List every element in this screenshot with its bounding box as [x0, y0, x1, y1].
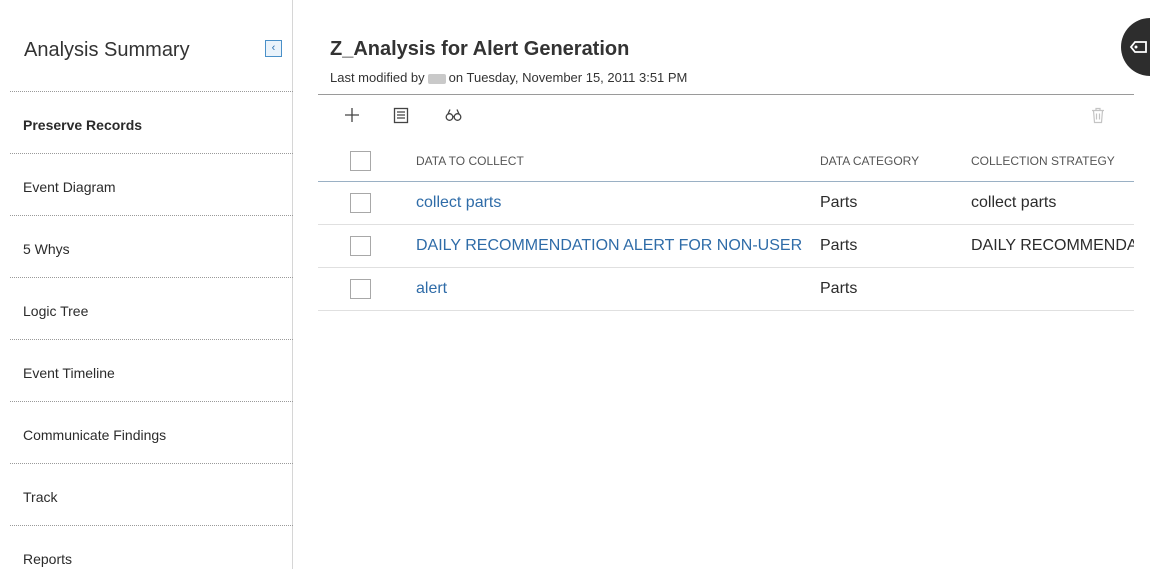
- column-header-data-to-collect[interactable]: DATA TO COLLECT: [416, 140, 811, 181]
- select-all-checkbox[interactable]: [350, 150, 371, 171]
- sidebar: Analysis Summary ‹ Preserve Records Even…: [0, 0, 293, 569]
- column-header-collection-strategy[interactable]: COLLECTION STRATEGY: [971, 140, 1134, 181]
- sidebar-item-communicate-findings[interactable]: Communicate Findings: [10, 401, 293, 463]
- sidebar-title: Analysis Summary: [24, 39, 190, 61]
- details-button[interactable]: [388, 102, 414, 128]
- main-content: Z_Analysis for Alert Generation Last mod…: [318, 0, 1134, 569]
- trash-icon: [1092, 107, 1104, 123]
- expand-tag-icon: [1129, 41, 1147, 53]
- column-header-data-category[interactable]: DATA CATEGORY: [820, 140, 960, 181]
- sidebar-item-reports[interactable]: Reports: [10, 525, 293, 569]
- data-to-collect-link[interactable]: alert: [416, 280, 447, 298]
- plus-icon: [345, 108, 359, 122]
- sidebar-item-label: Preserve Records: [23, 116, 143, 133]
- collection-strategy-cell: [971, 268, 1134, 310]
- delete-button[interactable]: [1085, 102, 1111, 128]
- sidebar-item-label: 5 Whys: [23, 240, 70, 257]
- collection-strategy-cell: DAILY RECOMMENDA: [971, 237, 1134, 254]
- data-to-collect-link[interactable]: DAILY RECOMMENDATION ALERT FOR NON-USER: [416, 237, 802, 255]
- sidebar-item-label: Track: [23, 488, 58, 505]
- table-row: alert Parts: [318, 268, 1134, 311]
- binoculars-icon: [445, 109, 461, 121]
- modified-prefix: Last modified by: [330, 70, 425, 85]
- table-row: DAILY RECOMMENDATION ALERT FOR NON-USER …: [318, 225, 1134, 268]
- sidebar-item-label: Communicate Findings: [23, 426, 167, 443]
- chevron-left-icon: ‹: [271, 42, 276, 54]
- data-grid: DATA TO COLLECT DATA CATEGORY COLLECTION…: [318, 140, 1134, 311]
- grid-header-row: DATA TO COLLECT DATA CATEGORY COLLECTION…: [318, 140, 1134, 182]
- data-category-cell: Parts: [820, 194, 858, 211]
- sidebar-item-preserve-records[interactable]: Preserve Records: [10, 91, 293, 153]
- sidebar-item-label: Event Diagram: [23, 178, 116, 195]
- find-button[interactable]: [440, 102, 466, 128]
- row-checkbox[interactable]: [350, 236, 371, 256]
- data-to-collect-cell: alert: [416, 268, 811, 310]
- row-checkbox[interactable]: [350, 193, 371, 213]
- header-divider: [318, 94, 1134, 95]
- checkbox-cell: [350, 182, 374, 224]
- row-checkbox[interactable]: [350, 279, 371, 299]
- sidebar-header: Analysis Summary ‹: [24, 36, 286, 66]
- add-record-button[interactable]: [339, 102, 365, 128]
- last-modified-text: Last modified by on Tuesday, November 15,…: [330, 70, 687, 85]
- list-document-icon: [393, 107, 409, 123]
- modified-suffix: on Tuesday, November 15, 2011 3:51 PM: [448, 70, 688, 85]
- page-title: Z_Analysis for Alert Generation: [330, 38, 630, 60]
- sidebar-item-logic-tree[interactable]: Logic Tree: [10, 277, 293, 339]
- data-to-collect-link[interactable]: collect parts: [416, 194, 501, 212]
- sidebar-item-5-whys[interactable]: 5 Whys: [10, 215, 293, 277]
- table-row: collect parts Parts collect parts: [318, 182, 1134, 225]
- checkbox-cell: [350, 268, 374, 310]
- redacted-username: [427, 73, 446, 84]
- data-to-collect-cell: collect parts: [416, 182, 811, 224]
- sidebar-nav: Preserve Records Event Diagram 5 Whys Lo…: [10, 91, 293, 569]
- header-checkbox-cell: [350, 140, 374, 181]
- sidebar-item-label: Logic Tree: [23, 302, 89, 319]
- sidebar-item-label: Event Timeline: [23, 364, 115, 381]
- sidebar-item-label: Reports: [23, 550, 73, 567]
- sidebar-item-track[interactable]: Track: [10, 463, 293, 525]
- grid-toolbar: [318, 102, 1134, 128]
- data-to-collect-cell: DAILY RECOMMENDATION ALERT FOR NON-USER: [416, 225, 811, 267]
- sidebar-item-event-diagram[interactable]: Event Diagram: [10, 153, 293, 215]
- sidebar-item-event-timeline[interactable]: Event Timeline: [10, 339, 293, 401]
- data-category-cell: Parts: [820, 280, 858, 297]
- data-category-cell: Parts: [820, 237, 858, 254]
- collapse-sidebar-button[interactable]: ‹: [265, 40, 282, 57]
- collection-strategy-cell: collect parts: [971, 194, 1057, 211]
- checkbox-cell: [350, 225, 374, 267]
